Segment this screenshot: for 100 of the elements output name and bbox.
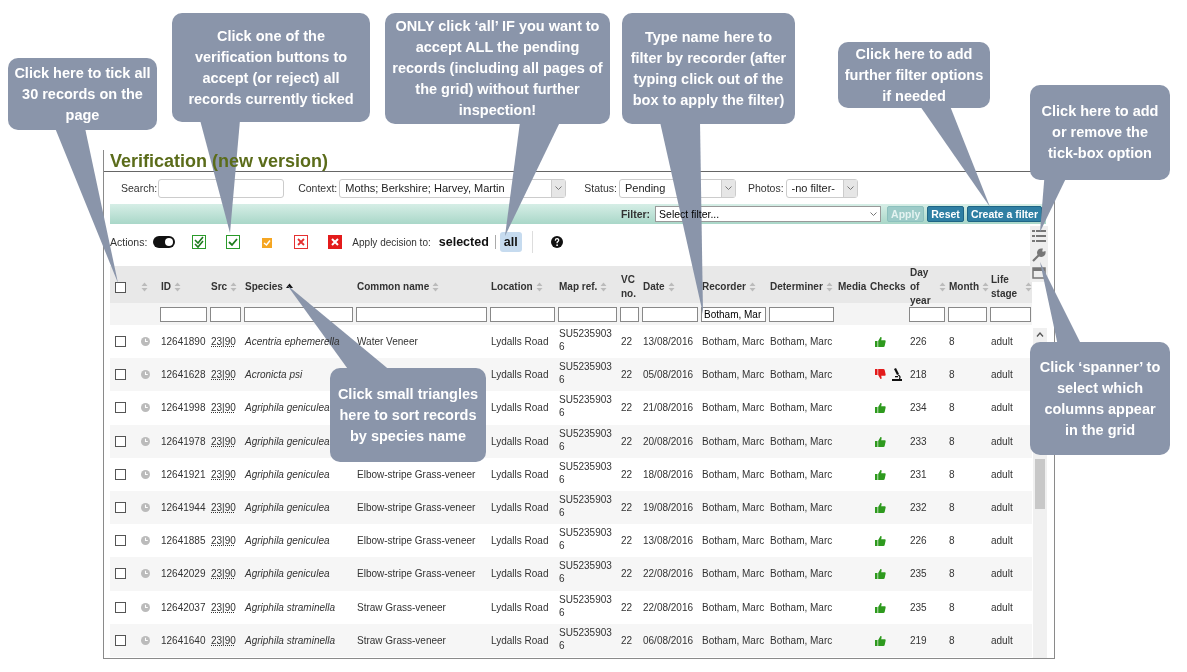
column-filter-field[interactable] (642, 306, 698, 322)
scroll-up-icon[interactable] (1036, 332, 1044, 337)
column-filter-field[interactable] (356, 306, 487, 322)
row-checkbox[interactable] (115, 468, 126, 480)
column-header[interactable]: Date (643, 280, 665, 294)
filter-dropdown[interactable]: Select filter... (655, 206, 882, 222)
row-checkbox[interactable] (115, 369, 126, 381)
column-header[interactable]: Life stage (991, 273, 1022, 301)
toggle-switch[interactable] (153, 236, 176, 248)
day-of-year-cell: 234 (910, 402, 927, 414)
reset-button[interactable]: Reset (927, 206, 964, 222)
row-checkbox[interactable] (115, 634, 126, 646)
window-icon[interactable] (1032, 267, 1046, 280)
day-of-year-cell: 226 (910, 535, 927, 547)
life-stage-cell: adult (991, 502, 1013, 514)
source-link[interactable]: 23|90 (211, 502, 236, 514)
column-filter-field[interactable] (490, 306, 555, 322)
chevron-down-icon[interactable] (870, 212, 878, 216)
check-icon[interactable] (226, 235, 241, 249)
column-header[interactable]: Src (211, 280, 228, 294)
location-cell: Lydalls Road (491, 535, 549, 547)
life-stage-cell: adult (991, 634, 1013, 646)
column-filter-field[interactable] (620, 306, 639, 322)
month-cell: 8 (949, 402, 955, 414)
source-link[interactable]: 23|90 (211, 601, 236, 613)
column-filter-field[interactable] (558, 306, 617, 322)
id-cell: 12641885 (161, 535, 206, 547)
scrollbar-thumb[interactable] (1035, 459, 1045, 509)
double-check-icon[interactable] (192, 235, 207, 249)
scope-option[interactable]: selected (434, 232, 493, 252)
help-icon[interactable] (550, 236, 563, 248)
source-link[interactable]: 23|90 (211, 535, 236, 547)
day-of-year-cell: 231 (910, 468, 927, 480)
map-ref-cell-text: SU52359036 (559, 327, 613, 353)
determiner-cell: Botham, Marc (770, 535, 833, 547)
callout-text: ONLY click ‘all’ IF you want to accept ALL the pending records (including all pages of the grid) without further inspection! (385, 13, 610, 124)
scope-option[interactable]: all (499, 232, 522, 252)
row-checkbox[interactable] (115, 568, 126, 580)
source-link[interactable]: 23|90 (211, 402, 236, 414)
source-link[interactable]: 23|90 (211, 634, 236, 646)
location-cell: Lydalls Road (491, 634, 549, 646)
month-cell: 8 (949, 502, 955, 514)
location-cell: Lydalls Road (491, 468, 549, 480)
column-header[interactable]: Day of year (910, 266, 936, 308)
source-link[interactable]: 23|90 (211, 435, 236, 447)
small-check-icon[interactable] (260, 235, 275, 249)
column-header[interactable]: Common name (357, 280, 430, 294)
column-header[interactable]: Recorder (702, 280, 746, 294)
source-link[interactable]: 23|90 (211, 369, 236, 381)
column-filter-field[interactable] (990, 306, 1031, 322)
column-header[interactable]: Determiner (770, 280, 823, 294)
source-link[interactable]: 23|90 (211, 568, 236, 580)
row-checkbox[interactable] (115, 435, 126, 447)
wrench-icon[interactable] (1032, 248, 1046, 262)
cross-icon[interactable] (328, 235, 343, 249)
id-cell: 12642037 (161, 601, 206, 613)
column-header[interactable]: Month (949, 280, 979, 294)
life-stage-cell: adult (991, 369, 1013, 381)
column-header[interactable]: Location (491, 280, 533, 294)
column-filter-field[interactable] (160, 306, 207, 322)
common-name-cell: Straw Grass-veneer (357, 601, 446, 613)
column-filter-field[interactable]: Botham, Mar (701, 306, 766, 322)
column-header: Checks (870, 280, 906, 294)
date-cell: 22/08/2016 (643, 568, 694, 580)
date-cell: 21/08/2016 (643, 402, 694, 414)
callout-text: Click here to add further filter options if needed (838, 42, 990, 108)
month-cell: 8 (949, 601, 955, 613)
life-stage-cell: adult (991, 402, 1013, 414)
day-of-year-cell: 219 (910, 634, 927, 646)
location-cell: Lydalls Road (491, 336, 549, 348)
chevron-down-icon[interactable] (725, 185, 732, 190)
row-checkbox[interactable] (115, 502, 126, 514)
row-checkbox[interactable] (115, 336, 126, 348)
determiner-cell: Botham, Marc (770, 502, 833, 514)
row-checkbox[interactable] (115, 601, 126, 613)
column-filter-field[interactable] (769, 306, 834, 322)
column-header[interactable]: Map ref. (559, 280, 598, 294)
photos-dropdown[interactable]: -no filter- (785, 178, 858, 198)
list-icon[interactable] (1032, 228, 1046, 243)
row-checkbox[interactable] (115, 402, 126, 414)
column-filter-field[interactable] (210, 306, 241, 322)
column-header[interactable]: ID (161, 280, 171, 294)
create-filter-button[interactable]: Create a filter (966, 206, 1042, 222)
chevron-down-icon[interactable] (555, 185, 563, 190)
vc-cell: 22 (621, 502, 633, 514)
select-all-checkbox[interactable] (115, 281, 126, 293)
month-cell: 8 (949, 468, 955, 480)
cross-icon[interactable] (294, 235, 309, 249)
column-filter-field[interactable] (909, 306, 945, 322)
source-link[interactable]: 23|90 (211, 336, 236, 348)
column-header[interactable]: Species (245, 280, 283, 294)
day-of-year-cell: 218 (910, 369, 927, 381)
vc-cell: 22 (621, 336, 633, 348)
common-name-cell: Water Veneer (357, 336, 418, 348)
row-checkbox[interactable] (115, 535, 126, 547)
context-dropdown[interactable]: Moths; Berkshire; Harvey, Martin (339, 178, 567, 198)
source-link[interactable]: 23|90 (211, 468, 236, 480)
column-filter-field[interactable] (948, 306, 987, 322)
life-stage-cell: adult (991, 535, 1013, 547)
chevron-down-icon[interactable] (846, 185, 854, 190)
